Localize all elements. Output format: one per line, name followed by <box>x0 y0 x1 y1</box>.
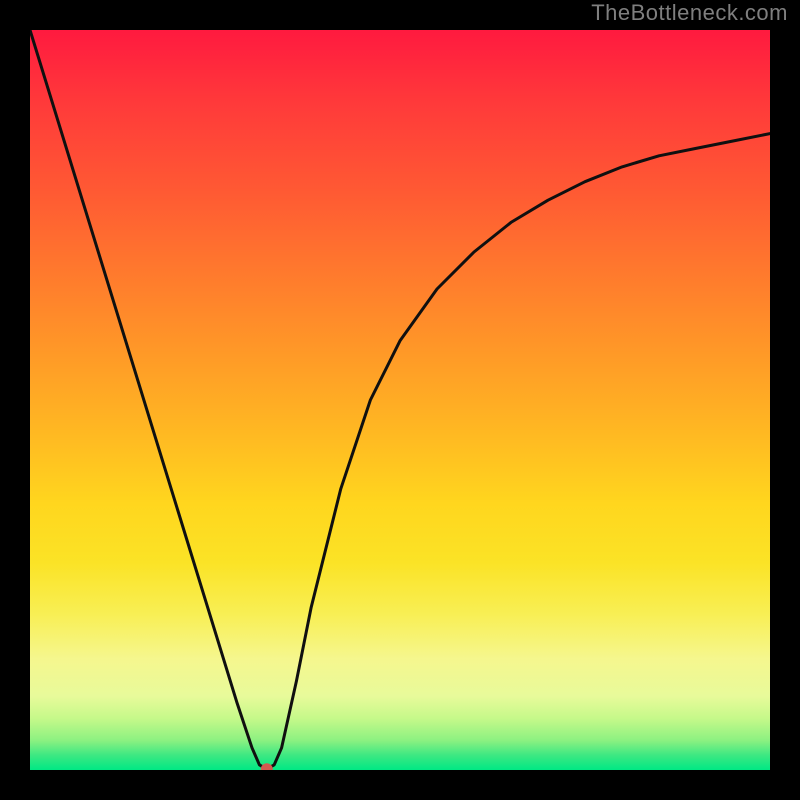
minimum-marker-icon <box>261 763 273 770</box>
bottleneck-curve <box>30 30 770 769</box>
watermark-text: TheBottleneck.com <box>591 0 788 26</box>
chart-outer-frame: TheBottleneck.com <box>0 0 800 800</box>
plot-area <box>30 30 770 770</box>
curve-svg <box>30 30 770 770</box>
